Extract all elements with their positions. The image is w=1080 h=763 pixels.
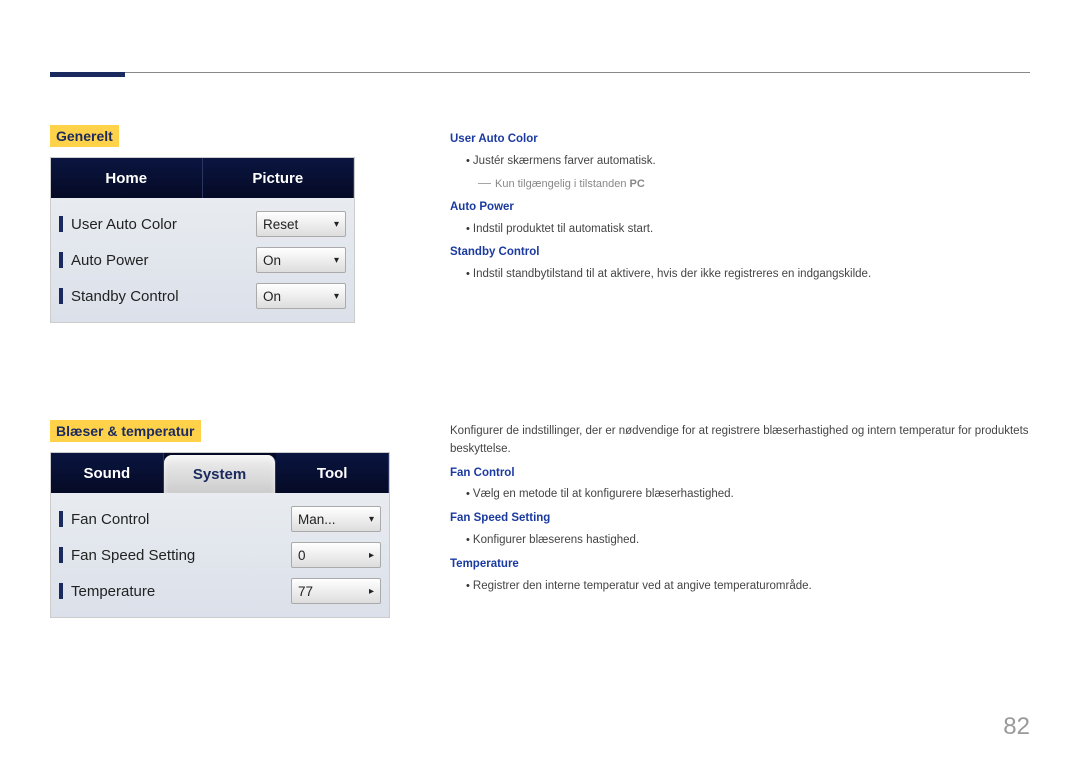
tab-bar-1: Home Picture — [51, 158, 354, 198]
dropdown-value: On — [263, 253, 281, 268]
desc-intro: Konfigurer de indstillinger, der er nødv… — [450, 423, 1030, 459]
menu-row: Temperature 77 ▸ — [59, 573, 381, 609]
row-tick — [59, 583, 63, 599]
desc-bullet: Vælg en metode til at konfigurere blæser… — [450, 486, 1030, 504]
tab-bar-2: Sound System Tool — [51, 453, 389, 493]
section-1-left: Generelt Home Picture User Auto Color Re… — [50, 125, 370, 323]
section-2-left: Blæser & temperatur Sound System Tool Fa… — [50, 420, 370, 618]
menu-row: Standby Control On ▾ — [59, 278, 346, 314]
desc-note: ― Kun tilgængelig i tilstanden PC — [450, 173, 1030, 193]
row-tick — [59, 216, 63, 232]
row-tick — [59, 288, 63, 304]
row-tick — [59, 511, 63, 527]
desc-heading: Fan Speed Setting — [450, 510, 1030, 528]
dropdown-value: Man... — [298, 512, 336, 527]
desc-heading: Auto Power — [450, 199, 1030, 217]
dropdown-auto-power[interactable]: On ▾ — [256, 247, 346, 273]
tab-system[interactable]: System — [164, 455, 277, 493]
page-number: 82 — [1003, 713, 1030, 741]
tab-sound[interactable]: Sound — [51, 453, 164, 493]
row-label: Temperature — [71, 583, 291, 600]
note-text: Kun tilgængelig i tilstanden — [495, 178, 630, 190]
chevron-down-icon: ▾ — [369, 514, 374, 525]
tab-picture[interactable]: Picture — [203, 158, 355, 198]
row-tick — [59, 252, 63, 268]
menu-screenshot-1: Home Picture User Auto Color Reset ▾ Aut… — [50, 157, 355, 323]
stepper-value: 0 — [298, 548, 306, 563]
dropdown-standby-control[interactable]: On ▾ — [256, 283, 346, 309]
dropdown-value: Reset — [263, 217, 298, 232]
menu-screenshot-2: Sound System Tool Fan Control Man... ▾ F… — [50, 452, 390, 618]
section-1-right: User Auto Color Justér skærmens farver a… — [450, 125, 1030, 286]
chevron-down-icon: ▾ — [334, 219, 339, 230]
menu-body-1: User Auto Color Reset ▾ Auto Power On ▾ … — [51, 198, 354, 322]
tab-home[interactable]: Home — [51, 158, 203, 198]
menu-row: User Auto Color Reset ▾ — [59, 206, 346, 242]
section-2-right: Konfigurer de indstillinger, der er nødv… — [450, 423, 1030, 598]
dropdown-value: On — [263, 289, 281, 304]
row-label: Fan Control — [71, 511, 291, 528]
section-2-title: Blæser & temperatur — [50, 420, 201, 442]
chevron-right-icon: ▸ — [369, 550, 374, 561]
menu-row: Auto Power On ▾ — [59, 242, 346, 278]
row-label: Standby Control — [71, 288, 256, 305]
desc-bullet: Indstil standbytilstand til at aktivere,… — [450, 266, 1030, 284]
row-label: Auto Power — [71, 252, 256, 269]
menu-body-2: Fan Control Man... ▾ Fan Speed Setting 0… — [51, 493, 389, 617]
desc-bullet: Konfigurer blæserens hastighed. — [450, 532, 1030, 550]
header-accent-bar — [50, 72, 125, 77]
section-1-title: Generelt — [50, 125, 119, 147]
stepper-temperature[interactable]: 77 ▸ — [291, 578, 381, 604]
desc-bullet: Registrer den interne temperatur ved at … — [450, 578, 1030, 596]
desc-heading: Fan Control — [450, 465, 1030, 483]
row-label: Fan Speed Setting — [71, 547, 291, 564]
menu-row: Fan Speed Setting 0 ▸ — [59, 537, 381, 573]
menu-row: Fan Control Man... ▾ — [59, 501, 381, 537]
stepper-fan-speed[interactable]: 0 ▸ — [291, 542, 381, 568]
stepper-value: 77 — [298, 584, 313, 599]
desc-bullet: Indstil produktet til automatisk start. — [450, 221, 1030, 239]
tab-tool[interactable]: Tool — [276, 453, 389, 493]
dropdown-fan-control[interactable]: Man... ▾ — [291, 506, 381, 532]
chevron-down-icon: ▾ — [334, 255, 339, 266]
desc-heading: User Auto Color — [450, 131, 1030, 149]
chevron-right-icon: ▸ — [369, 586, 374, 597]
desc-bullet: Justér skærmens farver automatisk. — [450, 153, 1030, 171]
note-bold: PC — [630, 178, 645, 190]
row-tick — [59, 547, 63, 563]
desc-heading: Temperature — [450, 556, 1030, 574]
dropdown-user-auto-color[interactable]: Reset ▾ — [256, 211, 346, 237]
desc-heading: Standby Control — [450, 244, 1030, 262]
header-rule — [50, 72, 1030, 73]
row-label: User Auto Color — [71, 216, 256, 233]
chevron-down-icon: ▾ — [334, 291, 339, 302]
dash-icon: ― — [478, 175, 491, 190]
